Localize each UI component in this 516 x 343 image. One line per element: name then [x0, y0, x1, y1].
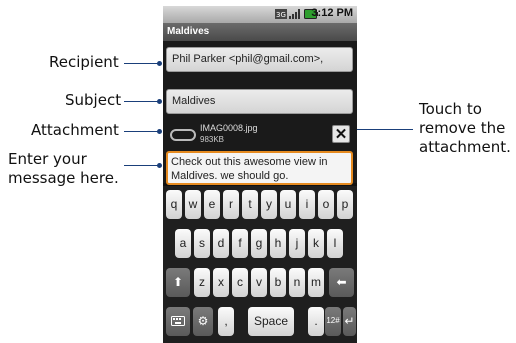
- callout-subject: Subject: [65, 91, 122, 109]
- key-f[interactable]: f: [232, 229, 248, 258]
- window-title: Maldives: [163, 23, 357, 41]
- key-w[interactable]: w: [185, 190, 201, 219]
- attachment-name: IMAG0008.jpg: [200, 123, 258, 133]
- period-key[interactable]: .: [308, 307, 324, 336]
- status-bar: 3G 3:12 PM: [163, 6, 357, 23]
- key-c[interactable]: c: [232, 268, 248, 297]
- callout-remove-attachment: Touch to remove the attachment.: [419, 100, 511, 157]
- key-k[interactable]: k: [308, 229, 324, 258]
- callout-enter-message-line2: message here.: [8, 169, 119, 187]
- subject-field[interactable]: Maldives: [166, 89, 353, 114]
- key-b[interactable]: b: [270, 268, 286, 297]
- enter-key[interactable]: ↵: [343, 307, 356, 336]
- attachment-size: 983KB: [200, 135, 225, 144]
- recipient-field[interactable]: Phil Parker <phil@gmail.com>,: [166, 47, 353, 72]
- signal-icon: [289, 9, 300, 19]
- delete-key[interactable]: ⬅: [329, 268, 354, 297]
- key-n[interactable]: n: [289, 268, 305, 297]
- key-q[interactable]: q: [166, 190, 182, 219]
- leader-line-attachment: [124, 131, 160, 132]
- comma-key[interactable]: ,: [218, 307, 234, 336]
- key-l[interactable]: l: [327, 229, 343, 258]
- callout-remove-line1: Touch to: [419, 100, 482, 118]
- callout-remove-line3: attachment.: [419, 138, 511, 156]
- paperclip-icon: [170, 129, 196, 141]
- leader-line-remove: [354, 129, 413, 130]
- status-time: 3:12 PM: [311, 7, 353, 19]
- gear-icon: ⚙: [197, 314, 209, 328]
- leader-line-message: [124, 165, 160, 166]
- keyboard: q w e r t y u i o p a s d f g h j k l ⬆ …: [163, 186, 357, 343]
- key-a[interactable]: a: [175, 229, 191, 258]
- settings-key[interactable]: ⚙: [193, 307, 213, 336]
- message-line-2: Maldives. we should go.: [171, 170, 289, 182]
- keyboard-icon: [171, 316, 185, 326]
- phone-screen: 3G 3:12 PM Maldives Phil Parker <phil@gm…: [163, 6, 357, 343]
- svg-text:3G: 3G: [276, 11, 286, 19]
- leader-line-subject: [124, 101, 160, 102]
- attachment-row: IMAG0008.jpg 983KB ✕: [166, 120, 353, 150]
- key-m[interactable]: m: [308, 268, 324, 297]
- callout-enter-message: Enter your message here.: [8, 150, 119, 188]
- key-s[interactable]: s: [194, 229, 210, 258]
- leader-dot-attachment: [157, 129, 162, 134]
- space-key[interactable]: Space: [248, 307, 294, 336]
- leader-dot-recipient: [157, 61, 162, 66]
- leader-dot-subject: [157, 99, 162, 104]
- key-t[interactable]: t: [242, 190, 258, 219]
- key-p[interactable]: p: [337, 190, 353, 219]
- key-u[interactable]: u: [280, 190, 296, 219]
- leader-line-recipient: [124, 63, 160, 64]
- message-body-field[interactable]: Check out this awesome view in Maldives.…: [166, 151, 353, 185]
- message-line-1: Check out this awesome view in: [171, 156, 328, 168]
- key-v[interactable]: v: [251, 268, 267, 297]
- key-y[interactable]: y: [261, 190, 277, 219]
- key-h[interactable]: h: [270, 229, 286, 258]
- key-z[interactable]: z: [194, 268, 210, 297]
- key-r[interactable]: r: [223, 190, 239, 219]
- callout-enter-message-line1: Enter your: [8, 150, 87, 168]
- shift-key[interactable]: ⬆: [166, 268, 190, 297]
- keyboard-switch-key[interactable]: [166, 307, 190, 336]
- symbols-key[interactable]: 12#: [325, 307, 341, 336]
- key-j[interactable]: j: [289, 229, 305, 258]
- key-e[interactable]: e: [204, 190, 220, 219]
- callout-attachment: Attachment: [31, 121, 119, 139]
- key-x[interactable]: x: [213, 268, 229, 297]
- leader-dot-message: [157, 163, 162, 168]
- callout-remove-line2: remove the: [419, 119, 506, 137]
- key-g[interactable]: g: [251, 229, 267, 258]
- key-d[interactable]: d: [213, 229, 229, 258]
- callout-recipient: Recipient: [49, 53, 119, 71]
- compose-form: Phil Parker <phil@gmail.com>, Maldives I…: [163, 41, 357, 185]
- remove-attachment-button[interactable]: ✕: [332, 125, 350, 143]
- key-i[interactable]: i: [299, 190, 315, 219]
- sync-icon: 3G: [275, 9, 287, 19]
- key-o[interactable]: o: [318, 190, 334, 219]
